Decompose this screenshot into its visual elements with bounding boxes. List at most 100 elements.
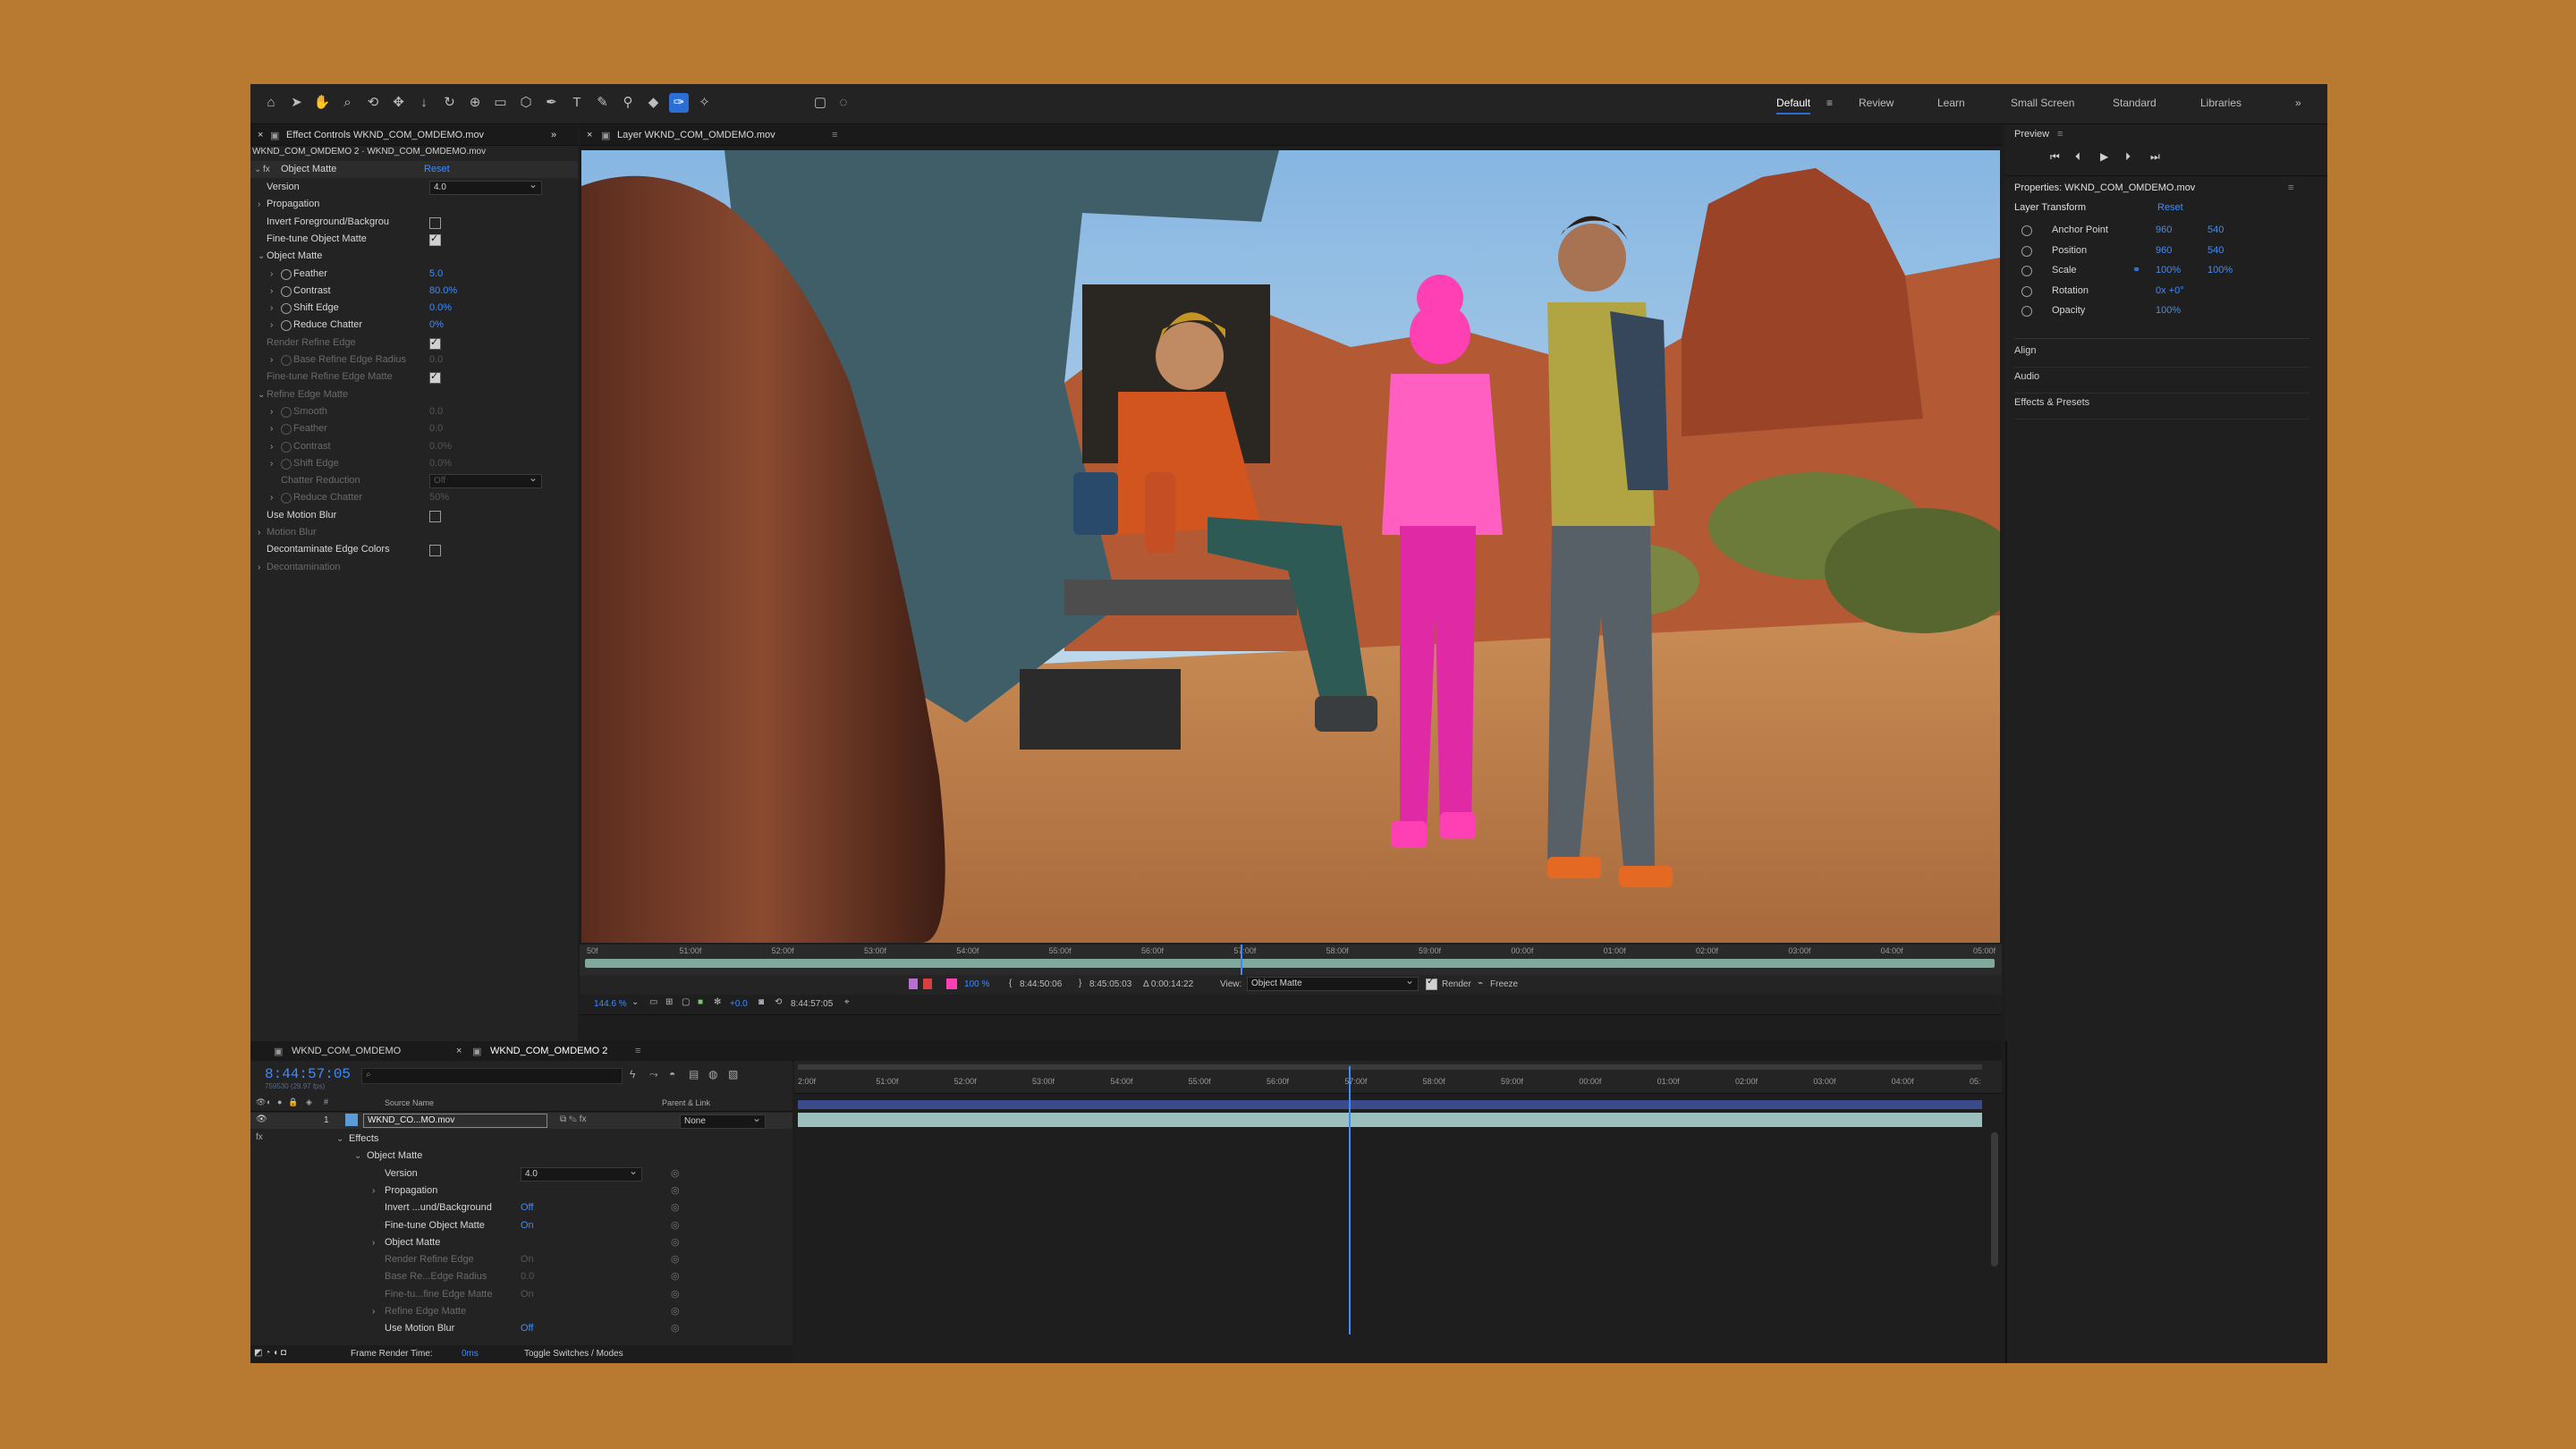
work-area-bar[interactable] — [585, 959, 1995, 968]
transform-value-1[interactable]: 960 — [2156, 222, 2172, 239]
workspace-standard[interactable]: Standard — [2113, 97, 2157, 109]
chevron-down-icon[interactable]: ⌄ — [631, 997, 639, 1007]
hand-icon[interactable]: ✋ — [312, 93, 332, 113]
freeze-label[interactable]: Freeze — [1490, 979, 1518, 989]
panel-menu-icon[interactable]: ≡ — [2288, 182, 2293, 193]
pen-icon[interactable]: ✒ — [542, 93, 562, 113]
transform-value-2[interactable]: 540 — [2207, 242, 2224, 259]
tab-comp-1[interactable]: WKND_COM_OMDEMO — [292, 1046, 401, 1056]
overlay-opacity[interactable]: 100 % — [964, 979, 989, 989]
chevron-down-icon[interactable]: ⌄ — [354, 1148, 361, 1165]
effect-row[interactable]: › Reduce Chatter 0% — [250, 317, 578, 334]
transform-value-1[interactable]: 100% — [2156, 262, 2181, 279]
graph-editor-icon[interactable]: ⤳ — [649, 1068, 658, 1081]
color-settings-icon[interactable]: ✻ — [714, 997, 721, 1007]
effect-row[interactable]: › Shift Edge 0.0% — [250, 300, 578, 317]
timeline-property-value[interactable]: 0.0 — [521, 1268, 534, 1285]
out-point-icon[interactable]: } — [1079, 979, 1081, 988]
effect-row[interactable]: › Feather 5.0 — [250, 266, 578, 283]
stopwatch-icon[interactable] — [281, 285, 292, 297]
out-time[interactable]: 8:45:05:03 — [1089, 979, 1131, 989]
draft-3d-icon[interactable]: ϟ — [630, 1068, 635, 1080]
pickwhip-icon[interactable]: ◎ — [671, 1303, 680, 1320]
type-icon[interactable]: T — [567, 93, 587, 113]
chevron-right-icon[interactable]: › — [270, 489, 273, 506]
workspace-small-screen[interactable]: Small Screen — [2011, 97, 2074, 109]
stopwatch-icon[interactable] — [281, 320, 292, 332]
effect-row[interactable]: › Shift Edge 0.0% — [250, 455, 578, 472]
stopwatch-icon[interactable] — [281, 424, 292, 436]
eraser-icon[interactable]: ◆ — [644, 93, 664, 113]
transform-row[interactable]: Anchor Point 960 540 — [2005, 222, 2327, 239]
effect-row[interactable]: › Contrast 0.0% — [250, 438, 578, 455]
home-icon[interactable]: ⌂ — [261, 93, 281, 113]
timeline-property-dropdown[interactable]: 4.0 — [521, 1165, 642, 1182]
chevron-right-icon[interactable]: › — [270, 317, 273, 334]
effect-row[interactable]: Use Motion Blur — [250, 507, 578, 524]
stopwatch-icon[interactable] — [2021, 266, 2032, 276]
tab-effect-controls[interactable]: Effect Controls WKND_COM_OMDEMO.mov — [286, 130, 484, 140]
transform-reset-text[interactable]: Reset — [2157, 202, 2183, 213]
chevron-right-icon[interactable]: › — [270, 352, 273, 369]
motion-blur-icon[interactable]: ◍ — [708, 1068, 717, 1080]
transform-value-2[interactable]: 540 — [2207, 222, 2224, 239]
in-point-icon[interactable]: { — [1009, 979, 1012, 988]
clone-stamp-icon[interactable]: ⚲ — [618, 93, 638, 113]
pickwhip-icon[interactable]: ◎ — [671, 1234, 680, 1251]
chevron-right-icon[interactable]: › — [270, 455, 273, 472]
brush-icon[interactable]: ✎ — [593, 93, 613, 113]
workspace-review[interactable]: Review — [1859, 97, 1894, 109]
play-icon[interactable]: ▶ — [2100, 150, 2108, 163]
workspace-overflow-icon[interactable]: » — [2295, 97, 2301, 109]
panel-audio[interactable]: Audio — [2014, 371, 2309, 394]
timeline-property-row[interactable]: Fine-tune Object Matte On ◎ — [250, 1217, 792, 1234]
roi-icon[interactable]: ⌖ — [844, 997, 850, 1007]
next-frame-icon[interactable]: ⏵ — [2125, 150, 2131, 164]
overlay-color-swatch[interactable] — [946, 979, 957, 989]
viewer-time-ruler[interactable]: 50f 51:00f 52:00f 53:00f 54:00f 55:00f 56:00f 5… — [580, 945, 2002, 975]
stopwatch-icon[interactable] — [281, 441, 292, 453]
layer-duration-bar[interactable] — [798, 1113, 1982, 1127]
timeline-graph[interactable]: 2:00f 51:00f 52:00f 53:00f 54:00f 55:00f 56:00… — [794, 1061, 2002, 1363]
layer-row[interactable]: 👁 1 WKND_CO...MO.mov ⧉ ✎ fx None — [250, 1112, 792, 1129]
selection-icon[interactable]: ➤ — [287, 93, 307, 113]
zoom-icon[interactable]: ⌕ — [338, 93, 358, 113]
pickwhip-icon[interactable]: ◎ — [671, 1182, 680, 1199]
timeline-playhead[interactable] — [1348, 1066, 1351, 1335]
pickwhip-icon[interactable]: ◎ — [671, 1251, 680, 1268]
chevron-right-icon[interactable]: › — [270, 438, 273, 455]
solo-icon[interactable]: ● — [277, 1097, 282, 1106]
effect-row-value[interactable]: 80.0% — [429, 283, 457, 300]
work-area-bar[interactable] — [798, 1064, 1982, 1070]
effect-row-value[interactable]: 0% — [429, 317, 444, 334]
stopwatch-icon[interactable] — [2021, 285, 2032, 297]
chevron-right-icon[interactable]: › — [258, 196, 260, 213]
effect-row-checkbox[interactable] — [429, 216, 441, 229]
effect-row-value[interactable]: 0.0% — [429, 455, 452, 472]
effect-row[interactable]: ⌄ Refine Edge Matte — [250, 386, 578, 403]
effect-row-value[interactable]: 0.0 — [429, 403, 443, 420]
timeline-property-row[interactable]: ⌄ Object Matte — [250, 1148, 792, 1165]
timeline-property-value[interactable]: On — [521, 1286, 534, 1303]
effect-row[interactable]: › Contrast 80.0% — [250, 283, 578, 300]
link-icon[interactable]: ⚭ — [2132, 262, 2140, 279]
color-channels-icon[interactable]: ■ — [698, 997, 703, 1007]
toggle-switches-modes[interactable]: Toggle Switches / Modes — [524, 1349, 623, 1359]
transform-row[interactable]: Scale ⚭ 100% 100% — [2005, 262, 2327, 279]
layer-switches[interactable]: ⧉ ✎ fx — [560, 1114, 587, 1124]
chevron-right-icon[interactable]: › — [372, 1182, 375, 1199]
effect-row[interactable]: Fine-tune Object Matte — [250, 231, 578, 248]
chevron-right-icon[interactable]: › — [372, 1234, 375, 1251]
speech-bubble-icon[interactable]: ◌ — [834, 93, 853, 113]
workspace-learn[interactable]: Learn — [1937, 97, 1965, 109]
transform-value-2[interactable]: 100% — [2207, 262, 2233, 279]
effect-row-checkbox[interactable] — [429, 545, 441, 557]
chevron-right-icon[interactable]: › — [372, 1303, 375, 1320]
snapshot-icon[interactable]: ◙ — [758, 997, 764, 1007]
viewer-playhead[interactable] — [1240, 945, 1242, 975]
chevron-right-icon[interactable]: › — [258, 524, 260, 541]
timeline-property-row[interactable]: › Object Matte ◎ — [250, 1234, 792, 1251]
panel-effects-presets[interactable]: Effects & Presets — [2014, 397, 2309, 419]
stopwatch-icon[interactable] — [281, 355, 292, 366]
timeline-property-row[interactable]: ⌄ Effects — [250, 1131, 792, 1148]
